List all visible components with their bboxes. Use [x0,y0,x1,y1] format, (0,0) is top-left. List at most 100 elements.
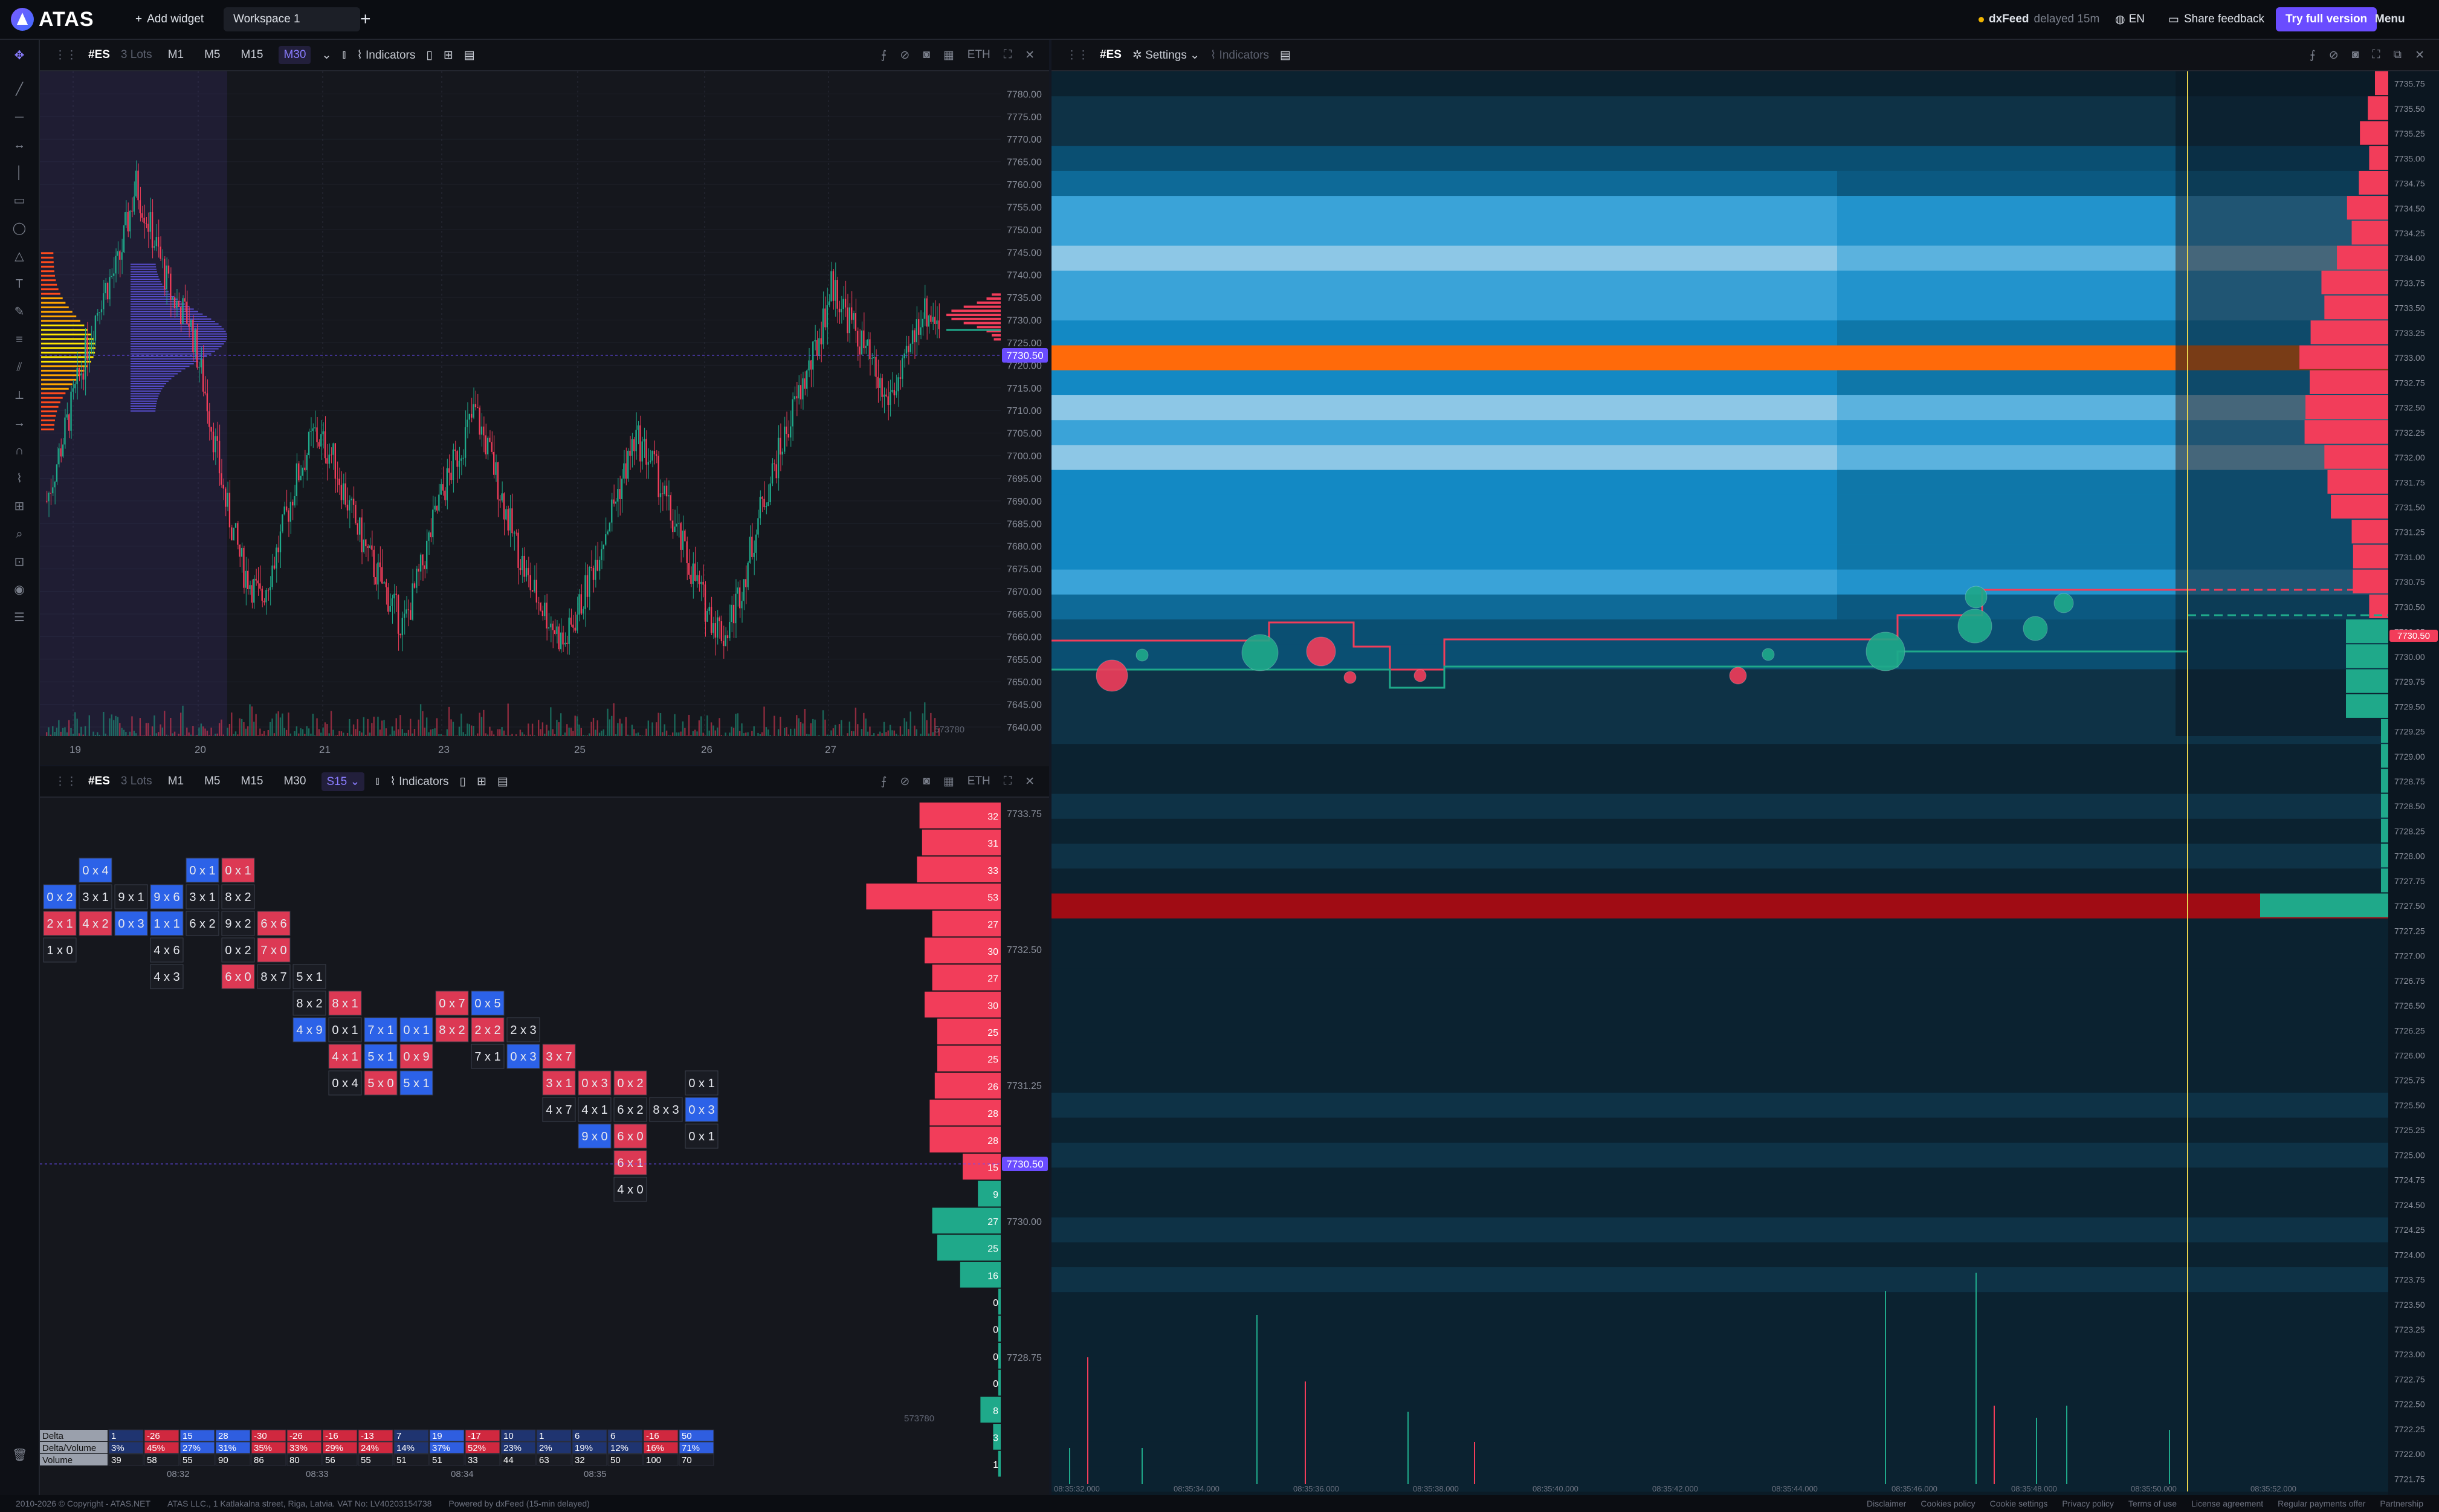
chart2-eth-label[interactable]: ETH [968,775,990,789]
chart1-tf-m1[interactable]: M1 [163,46,189,64]
grid-icon[interactable]: ⊞ [444,48,453,62]
brush-tool-icon[interactable]: ⌇ [12,471,27,486]
link-icon[interactable]: ⊘ [900,48,909,62]
drag-handle-icon[interactable]: ⋮⋮ [1066,48,1089,62]
add-widget-button[interactable]: + Add widget [126,7,213,31]
footer-link[interactable]: Disclaimer [1867,1499,1906,1508]
camera-icon[interactable]: ◙ [923,775,929,789]
chart2-tf-m30[interactable]: M30 [279,772,311,790]
popout-icon[interactable]: ⧉ [2394,48,2402,62]
fullscreen-icon[interactable]: ⛶ [1004,775,1012,789]
feed-status[interactable]: dxFeed delayed 15m [1969,7,2109,31]
volume-bar [635,733,637,736]
chart1-tf-m15[interactable]: M15 [236,46,268,64]
chart1-lots[interactable]: 3 Lots [121,48,152,62]
ellipse-tool-icon[interactable]: ◯ [12,221,27,236]
vline-tool-icon[interactable]: │ [12,166,27,180]
order-book-heatmap[interactable]: 7735.75 7735.50 7735.25 7735.00 7734.75 7734.… [1052,71,2439,1495]
text-tool-icon[interactable]: T [12,277,27,291]
sidebar-icon[interactable]: ▤ [1280,48,1291,62]
atas-logo[interactable]: ATAS [11,7,94,31]
chart1-symbol[interactable]: #ES [88,48,110,62]
close-icon[interactable]: ✕ [1025,48,1035,62]
mouse-icon[interactable]: ▯ [426,48,432,62]
camera-icon[interactable]: ◙ [2352,48,2359,62]
sidebar-icon[interactable]: ▤ [497,775,508,789]
chart2-tf-m1[interactable]: M1 [163,772,189,790]
line-tool-icon[interactable]: ╱ [12,82,27,97]
eye-tool-icon[interactable]: ◉ [12,583,27,597]
layers-tool-icon[interactable]: ☰ [12,610,27,625]
menu-button[interactable]: Menu [2365,7,2415,31]
chart2-indicators-button[interactable]: ⌇ Indicators [390,775,449,789]
add-workspace-button[interactable]: + [351,7,381,31]
fullscreen-icon[interactable]: ⛶ [2372,48,2380,62]
fib-tool-icon[interactable]: ≡ [12,332,27,347]
link-icon[interactable]: ⊘ [2329,48,2339,62]
mouse-icon[interactable]: ▯ [459,775,465,789]
chart2-tf-s15[interactable]: S15 ⌄ [321,772,365,791]
profile-bar [131,308,194,310]
chart1-eth-label[interactable]: ETH [968,48,990,62]
link-icon[interactable]: ⊘ [900,775,909,789]
channel-tool-icon[interactable]: ⫽ [12,360,27,375]
cursor-tool-icon[interactable]: ✥ [12,48,27,63]
chart2-tf-m5[interactable]: M5 [199,772,225,790]
zoom-tool-icon[interactable]: ⌕ [12,527,27,541]
chart2-price-axis[interactable] [1001,798,1049,1408]
candle-body [717,617,719,638]
calendar-icon[interactable]: ▦ [943,775,954,789]
ray-tool-icon[interactable]: ↔ [12,138,27,152]
chart-type-icon[interactable]: ⫾ [342,48,346,62]
sidebar-icon[interactable]: ▤ [464,48,475,62]
lock-tool-icon[interactable]: ⊡ [12,555,27,569]
candle-body [456,451,458,467]
footer-link[interactable]: License agreement [2191,1499,2263,1508]
footer-link[interactable]: Privacy policy [2062,1499,2114,1508]
heatmap-indicators-button[interactable]: ⌇ Indicators [1210,48,1269,62]
heatmap-settings-button[interactable]: ✲ Settings ⌄ [1132,48,1200,62]
indicator-fx-icon[interactable]: ⨍ [881,775,887,789]
drag-handle-icon[interactable]: ⋮⋮ [54,775,77,789]
pencil-tool-icon[interactable]: ✎ [12,305,27,319]
measure-tool-icon[interactable]: ⊞ [12,499,27,514]
arrow-tool-icon[interactable]: → [12,416,27,430]
chart1-tf-m30[interactable]: M30 [279,46,311,64]
workspace-tab[interactable]: Workspace 1 [224,7,360,31]
chart-type-icon[interactable]: ⫾ [375,775,379,788]
calendar-icon[interactable]: ▦ [943,48,954,62]
chart1-indicators-button[interactable]: ⌇ Indicators [357,48,415,62]
grid-icon[interactable]: ⊞ [477,775,486,789]
drag-handle-icon[interactable]: ⋮⋮ [54,48,77,62]
volume-bar [601,731,602,736]
chevron-down-icon[interactable]: ⌄ [321,48,331,62]
chart1-tf-m5[interactable]: M5 [199,46,225,64]
footer-link[interactable]: Terms of use [2128,1499,2177,1508]
footer-link[interactable]: Cookie settings [1990,1499,2048,1508]
try-full-version-button[interactable]: Try full version [2276,7,2377,31]
close-icon[interactable]: ✕ [1025,775,1035,789]
hline-tool-icon[interactable]: ─ [12,110,27,124]
candle-body [932,317,934,322]
footer-link[interactable]: Regular payments offer [2278,1499,2365,1508]
candlestick-chart[interactable]: 7780.00 7775.00 7770.00 7765.00 7760.00 7755.… [40,71,1049,766]
indicator-fx-icon[interactable]: ⨍ [881,48,887,62]
heatmap-symbol[interactable]: #ES [1100,48,1122,62]
ruler-tool-icon[interactable]: ⟂ [12,388,27,402]
triangle-tool-icon[interactable]: △ [12,249,27,263]
trash-icon[interactable]: 🗑 [12,1448,27,1462]
close-icon[interactable]: ✕ [2415,48,2424,62]
language-button[interactable]: ◍ EN [2105,7,2154,31]
footprint-chart[interactable]: 0 x 2 2 x 1 1 x 0 0 x 4 3 x 1 4 x 2 9 x 1 0 x 3… [40,798,1049,1495]
indicator-fx-icon[interactable]: ⨍ [2310,48,2316,62]
chart2-symbol[interactable]: #ES [88,775,110,788]
fullscreen-icon[interactable]: ⛶ [1004,48,1012,62]
chart2-lots[interactable]: 3 Lots [121,775,152,788]
magnet-tool-icon[interactable]: ∩ [12,444,27,458]
footer-link[interactable]: Partnership [2380,1499,2423,1508]
rectangle-tool-icon[interactable]: ▭ [12,193,27,208]
chart2-tf-m15[interactable]: M15 [236,772,268,790]
footer-link[interactable]: Cookies policy [1921,1499,1975,1508]
share-feedback-button[interactable]: ▭ Share feedback [2159,7,2274,31]
camera-icon[interactable]: ◙ [923,48,929,62]
